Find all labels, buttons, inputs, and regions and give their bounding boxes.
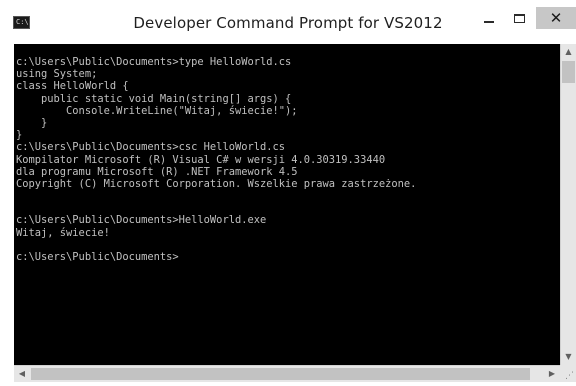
console-line: dla programu Microsoft (R) .NET Framewor…	[16, 165, 298, 178]
vertical-scrollbar[interactable]: ▲ ▼	[560, 44, 576, 365]
console-line: using System;	[16, 68, 98, 81]
console-line: Witaj, świecie!	[16, 226, 110, 239]
console-line: class HelloWorld {	[16, 80, 129, 93]
console-line: c:\Users\Public\Documents>type HelloWorl…	[16, 56, 292, 68]
horizontal-scroll-thumb[interactable]	[31, 368, 530, 380]
maximize-button[interactable]	[507, 9, 533, 29]
scroll-right-arrow-icon[interactable]: ▶	[544, 366, 560, 382]
minimize-icon	[484, 21, 494, 23]
console-lines: c:\Users\Public\Documents>type HelloWorl…	[16, 56, 416, 263]
resize-grip[interactable]: ⋰	[560, 365, 576, 382]
close-button[interactable]: ✕	[536, 7, 576, 29]
title-bar[interactable]: C:\ Developer Command Prompt for VS2012 …	[0, 0, 576, 44]
console-line: c:\Users\Public\Documents>HelloWorld.exe	[16, 214, 267, 227]
console-window: C:\ Developer Command Prompt for VS2012 …	[0, 0, 576, 386]
console-output[interactable]: c:\Users\Public\Documents>type HelloWorl…	[14, 44, 560, 365]
maximize-icon	[514, 14, 525, 23]
console-line: Copyright (C) Microsoft Corporation. Wsz…	[16, 177, 417, 190]
console-line: c:\Users\Public\Documents>	[16, 251, 179, 263]
scroll-up-arrow-icon[interactable]: ▲	[561, 44, 576, 60]
console-line: Console.WriteLine("Witaj, świecie!");	[16, 104, 298, 117]
minimize-button[interactable]	[476, 9, 502, 29]
horizontal-scrollbar[interactable]: ◀ ▶	[14, 365, 560, 382]
console-line: Kompilator Microsoft (R) Visual C# w wer…	[16, 153, 386, 166]
scroll-left-arrow-icon[interactable]: ◀	[14, 366, 30, 382]
close-icon: ✕	[549, 9, 563, 27]
console-line: c:\Users\Public\Documents>csc HelloWorld…	[16, 141, 285, 154]
console-line: }	[16, 116, 48, 129]
scroll-down-arrow-icon[interactable]: ▼	[561, 349, 576, 365]
vertical-scroll-thumb[interactable]	[562, 61, 575, 83]
console-line: public static void Main(string[] args) {	[16, 92, 292, 105]
console-line: }	[16, 129, 23, 142]
resize-grip-icon: ⋰	[565, 371, 574, 381]
